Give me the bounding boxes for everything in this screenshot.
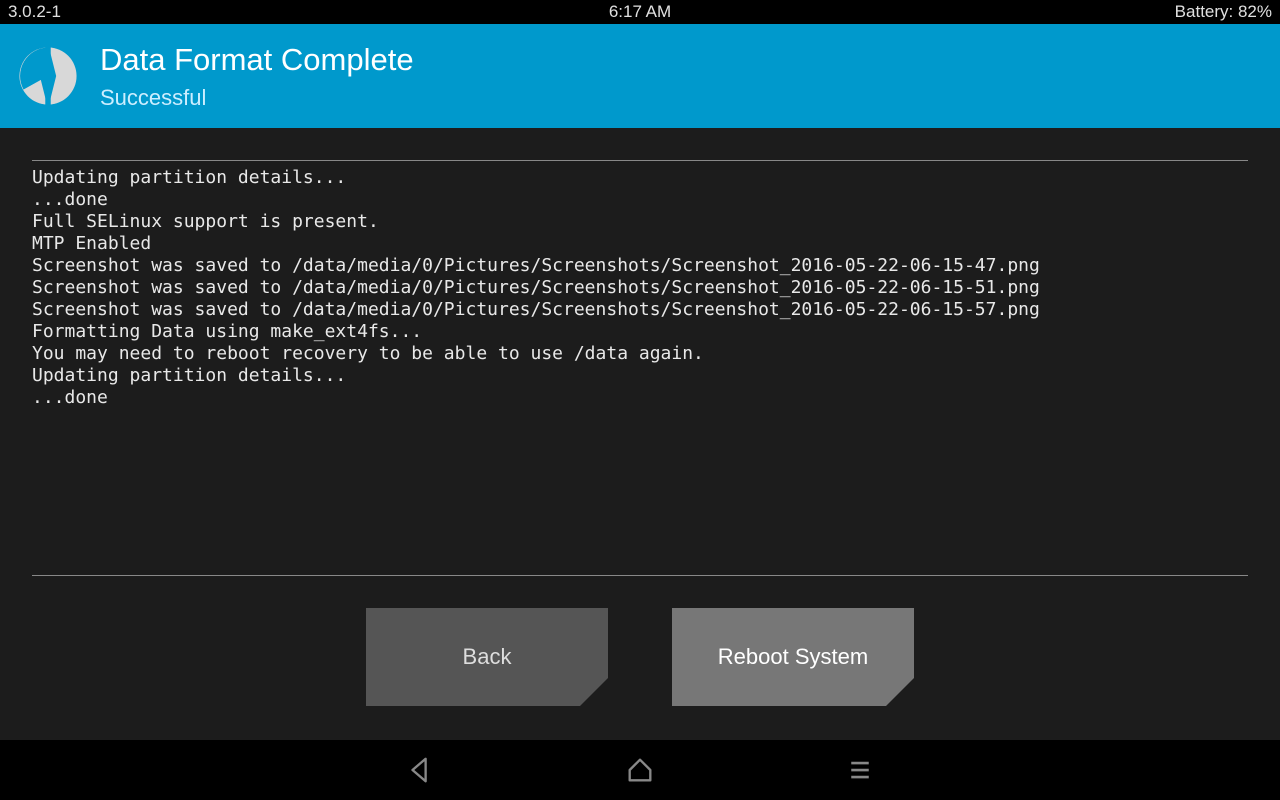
- battery-label: Battery: 82%: [1175, 2, 1272, 22]
- nav-home-button[interactable]: [620, 750, 660, 790]
- twrp-logo-icon: [14, 42, 82, 110]
- nav-back-button[interactable]: [400, 750, 440, 790]
- nav-bar: [0, 740, 1280, 800]
- clock: 6:17 AM: [609, 2, 671, 22]
- header-bar: Data Format Complete Successful: [0, 24, 1280, 128]
- nav-menu-button[interactable]: [840, 750, 880, 790]
- back-triangle-icon: [405, 755, 435, 785]
- page-title: Data Format Complete: [100, 41, 414, 78]
- reboot-system-button[interactable]: Reboot System: [672, 608, 914, 706]
- version-label: 3.0.2-1: [8, 2, 61, 22]
- page-subtitle: Successful: [100, 85, 414, 111]
- menu-icon: [846, 756, 874, 784]
- back-button[interactable]: Back: [366, 608, 608, 706]
- home-icon: [625, 755, 655, 785]
- back-button-label: Back: [463, 644, 512, 670]
- status-bar: 3.0.2-1 6:17 AM Battery: 82%: [0, 0, 1280, 24]
- log-panel[interactable]: Updating partition details... ...done Fu…: [32, 160, 1248, 576]
- content-area: Updating partition details... ...done Fu…: [0, 128, 1280, 740]
- button-row: Back Reboot System: [32, 608, 1248, 706]
- log-output: Updating partition details... ...done Fu…: [32, 167, 1248, 409]
- reboot-system-button-label: Reboot System: [718, 644, 868, 670]
